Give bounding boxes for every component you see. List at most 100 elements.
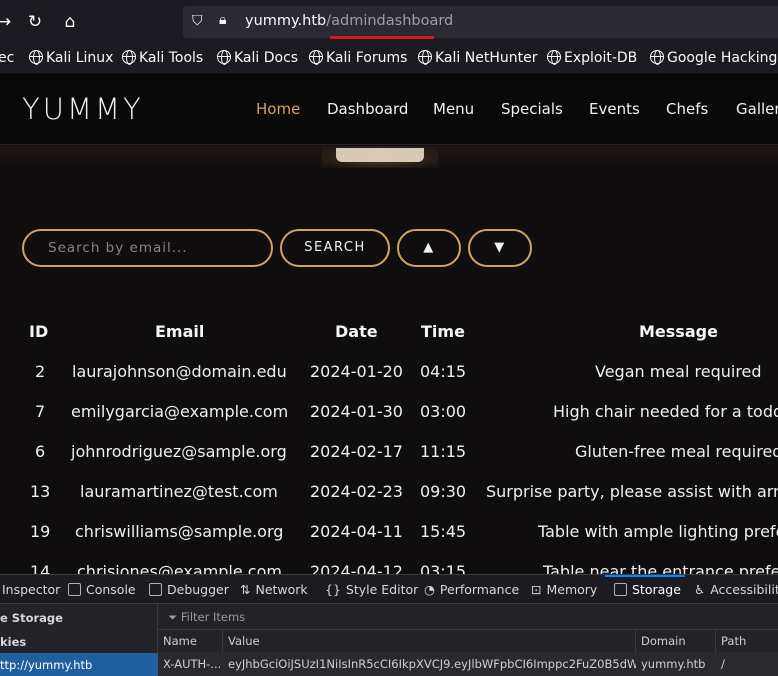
bookmark-label: Kali NetHunter (435, 50, 538, 66)
tab-label: Accessibility (710, 582, 778, 597)
tab-style-editor[interactable]: {} Style Editor (325, 582, 418, 597)
filter-input[interactable]: ⏷ Filter Items (168, 610, 245, 625)
tab-inspector[interactable]: Inspector (2, 582, 60, 597)
cell-time: 03:00 (420, 402, 467, 421)
bookmark-item[interactable]: Kali Docs (217, 50, 298, 66)
globe-icon (217, 50, 231, 65)
url-bar[interactable]: ⛉ 🔒︎ yummy.htb/admindashboard (183, 6, 778, 38)
accessibility-icon: ♿︎ (694, 582, 706, 597)
nav-specials[interactable]: Specials (501, 100, 563, 118)
nav-events[interactable]: Events (589, 100, 640, 118)
devtools-tabs: Inspector Console Debugger ⇅ Network {} St… (0, 575, 778, 604)
lock-icon[interactable]: 🔒︎ (219, 12, 226, 28)
tab-memory[interactable]: ⊡ Memory (531, 582, 597, 597)
cell-time: 11:15 (420, 442, 467, 461)
bookmark-label: Exploit-DB (564, 50, 638, 66)
column-header-time: Time (421, 322, 465, 341)
home-icon[interactable]: ⌂ (60, 12, 80, 32)
cell-id: 13 (30, 482, 51, 501)
tab-label: Console (86, 582, 136, 597)
cookie-domain[interactable]: yummy.htb (636, 653, 716, 675)
memory-icon: ⊡ (531, 582, 542, 597)
cell-message: Gluten-free meal required (575, 442, 778, 461)
tab-label: Style Editor (345, 582, 419, 597)
hero-plate-image (336, 148, 424, 162)
cell-id: 7 (35, 402, 46, 421)
filter-bar[interactable]: ⏷ Filter Items (158, 604, 778, 630)
cookie-path[interactable]: / (716, 653, 778, 675)
column-path[interactable]: Path (716, 630, 778, 652)
cell-email: chriswilliams@sample.org (75, 522, 284, 541)
tab-storage[interactable]: Storage (614, 582, 681, 597)
tab-debugger[interactable]: Debugger (149, 582, 229, 597)
tab-console[interactable]: Console (68, 582, 136, 597)
search-button[interactable]: SEARCH (280, 229, 390, 267)
tab-performance[interactable]: ◔ Performance (424, 582, 519, 597)
devtools-panel: Inspector Console Debugger ⇅ Network {} St… (0, 574, 778, 676)
column-header-message: Message (639, 322, 718, 341)
nav-menu[interactable]: Menu (433, 100, 474, 118)
filter-placeholder: Filter Items (180, 610, 246, 624)
sidebar-item-storage[interactable]: e Storage (0, 606, 158, 630)
cell-email: johnrodriguez@sample.org (71, 442, 287, 461)
url-path: /admindashboard (326, 13, 454, 29)
shield-icon[interactable]: ⛉ (192, 13, 203, 29)
nav-gallery[interactable]: Galler (736, 100, 778, 118)
cell-date: 2024-01-30 (310, 402, 403, 421)
cell-time: 09:30 (420, 482, 467, 501)
nav-chefs[interactable]: Chefs (666, 100, 708, 118)
bookmark-item[interactable]: Kali Tools (122, 50, 203, 66)
column-name[interactable]: Name (158, 630, 223, 652)
bookmark-label: Kali Linux (46, 50, 114, 66)
nav-dashboard[interactable]: Dashboard (327, 100, 408, 118)
cell-message: High chair needed for a todd (553, 402, 778, 421)
bookmark-item[interactable]: Google Hacking (650, 50, 777, 66)
cell-date: 2024-01-20 (310, 362, 403, 381)
cell-email: emilygarcia@example.com (71, 402, 289, 421)
cookie-name[interactable]: X-AUTH-... (158, 653, 223, 675)
browser-toolbar: → ↻ ⌂ ⛉ 🔒︎ yummy.htb/admindashboard (0, 0, 778, 44)
site-logo[interactable]: YUMMY (22, 92, 144, 126)
back-arrow-icon[interactable]: → (0, 12, 14, 32)
url-host: yummy.htb (245, 13, 327, 29)
storage-icon (614, 583, 627, 596)
cell-message: Table with ample lighting prefe (538, 522, 778, 541)
cell-email: laurajohnson@domain.edu (72, 362, 287, 381)
globe-icon (122, 50, 136, 65)
site-header: YUMMY Home Dashboard Menu Specials Event… (0, 74, 778, 145)
column-header-id: ID (29, 322, 49, 341)
sidebar-item-cookies[interactable]: kies (0, 630, 158, 654)
globe-icon (547, 50, 561, 65)
nav-home[interactable]: Home (256, 100, 300, 118)
cell-time: 03:15 (420, 562, 467, 574)
cookie-value[interactable]: eyJhbGciOiJSUzI1NiIsInR5cCI6IkpXVCJ9.eyJ… (223, 653, 636, 675)
bookmark-item[interactable]: Exploit-DB (547, 50, 637, 66)
network-icon: ⇅ (240, 582, 251, 597)
sort-ascending-button[interactable]: ▲ (397, 229, 461, 267)
bookmark-item[interactable]: Kali Forums (309, 50, 407, 66)
bookmark-item[interactable]: Kali NetHunter (418, 50, 537, 66)
bookmark-label: Kali Tools (139, 50, 204, 66)
bookmark-item[interactable]: ec (0, 50, 14, 66)
cell-message: Table near the entrance prefe (543, 562, 778, 574)
column-domain[interactable]: Domain (636, 630, 716, 652)
globe-icon (418, 50, 432, 65)
tab-label: Debugger (167, 582, 229, 597)
cell-email: lauramartinez@test.com (80, 482, 278, 501)
tab-accessibility[interactable]: ♿︎ Accessibility (694, 582, 778, 597)
cell-time: 15:45 (420, 522, 467, 541)
sort-descending-button[interactable]: ▼ (468, 229, 532, 267)
bookmark-item[interactable]: Kali Linux (29, 50, 113, 66)
reload-icon[interactable]: ↻ (25, 12, 45, 32)
globe-icon (29, 50, 43, 65)
bookmark-label: Kali Forums (326, 50, 408, 66)
storage-sidebar: e Storage kies ttp://yummy.htb (0, 604, 158, 676)
search-email-input[interactable] (22, 229, 273, 267)
url-text[interactable]: yummy.htb/admindashboard (245, 13, 453, 29)
tab-network[interactable]: ⇅ Network (240, 582, 308, 597)
sidebar-item-origin[interactable]: ttp://yummy.htb (0, 653, 158, 676)
cell-email: chrisjones@example.com (77, 562, 282, 574)
page-content: YUMMY Home Dashboard Menu Specials Event… (0, 74, 778, 574)
column-value[interactable]: Value (223, 630, 636, 652)
cell-date: 2024-02-17 (310, 442, 403, 461)
